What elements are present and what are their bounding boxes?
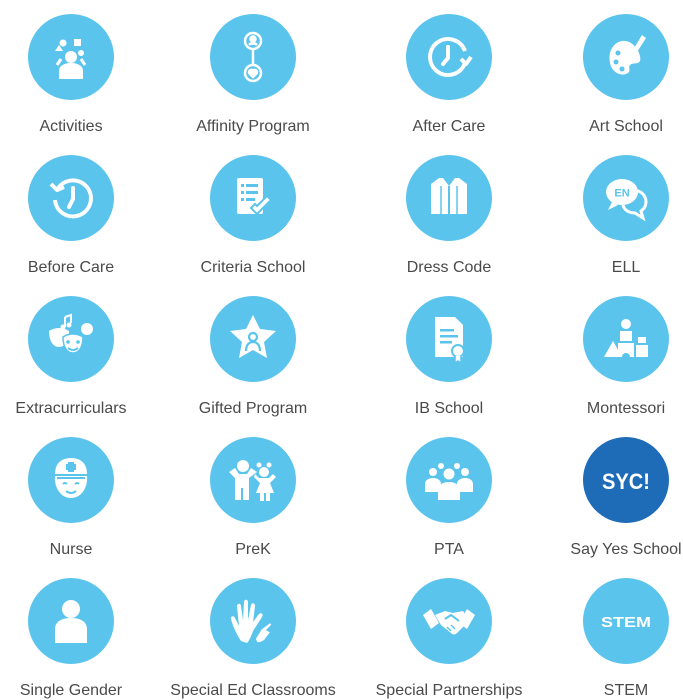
tile-label: Single Gender (19, 682, 123, 699)
tile-label: Before Care (27, 259, 115, 276)
checklist-icon (210, 155, 296, 241)
star-person-icon (210, 296, 296, 382)
activities-icon (28, 14, 114, 100)
tile-label: PreK (235, 541, 271, 558)
certificate-icon (406, 296, 492, 382)
tile-label: Dress Code (406, 259, 492, 276)
tile-gifted-program[interactable]: Gifted Program (163, 296, 343, 418)
tile-label: Nurse (49, 541, 93, 558)
stem-text: STEM (601, 614, 651, 631)
tile-label: Criteria School (200, 259, 306, 276)
tile-label: Say Yes School (570, 541, 682, 558)
children-icon (210, 437, 296, 523)
handshake-icon (406, 578, 492, 664)
tile-after-care[interactable]: After Care (359, 14, 539, 136)
tile-single-gender[interactable]: Single Gender (0, 578, 161, 700)
tile-label: Activities (39, 118, 103, 135)
tile-pta[interactable]: PTA (359, 437, 539, 559)
tile-label: Montessori (586, 400, 666, 417)
tile-ell[interactable]: EN ELL (536, 155, 683, 277)
tile-art-school[interactable]: Art School (536, 14, 683, 136)
palette-brush-icon (583, 14, 669, 100)
tile-say-yes-school[interactable]: SYC! Say Yes School (536, 437, 683, 559)
tile-nurse[interactable]: Nurse (0, 437, 161, 559)
affinity-program-icon (210, 14, 296, 100)
stem-badge-icon: STEM (583, 578, 669, 664)
tile-activities[interactable]: Activities (0, 14, 161, 136)
tile-label: Special Partnerships (375, 682, 523, 699)
building-blocks-icon (583, 296, 669, 382)
tile-dress-code[interactable]: Dress Code (359, 155, 539, 277)
tile-label: IB School (414, 400, 484, 417)
en-text: EN (614, 188, 629, 200)
tile-stem[interactable]: STEM STEM (536, 578, 683, 700)
tile-prek[interactable]: PreK (163, 437, 343, 559)
tile-label: Extracurriculars (15, 400, 127, 417)
clock-back-icon (28, 155, 114, 241)
speech-bubbles-en-icon: EN (583, 155, 669, 241)
tile-label: Art School (589, 118, 663, 135)
tile-label: ELL (611, 259, 641, 276)
helping-hands-icon (210, 578, 296, 664)
tile-montessori[interactable]: Montessori (536, 296, 683, 418)
person-icon (28, 578, 114, 664)
tile-before-care[interactable]: Before Care (0, 155, 161, 277)
tile-label: PTA (434, 541, 464, 558)
tile-special-partnerships[interactable]: Special Partnerships (359, 578, 539, 700)
tile-affinity-program[interactable]: Affinity Program (163, 14, 343, 136)
tile-extracurriculars[interactable]: Extracurriculars (0, 296, 161, 418)
theater-masks-icon (28, 296, 114, 382)
tile-criteria-school[interactable]: Criteria School (163, 155, 343, 277)
syc-logo-icon: SYC! (583, 437, 669, 523)
tile-label: Special Ed Classrooms (170, 682, 336, 699)
shirt-icon (406, 155, 492, 241)
clock-forward-icon (406, 14, 492, 100)
tile-ib-school[interactable]: IB School (359, 296, 539, 418)
nurse-icon (28, 437, 114, 523)
group-icon (406, 437, 492, 523)
tile-label: STEM (603, 682, 649, 699)
tile-label: After Care (412, 118, 486, 135)
tile-special-ed-classrooms[interactable]: Special Ed Classrooms (163, 578, 343, 700)
tile-label: Affinity Program (196, 118, 310, 135)
syc-text: SYC! (602, 469, 650, 494)
tile-label: Gifted Program (198, 400, 308, 417)
